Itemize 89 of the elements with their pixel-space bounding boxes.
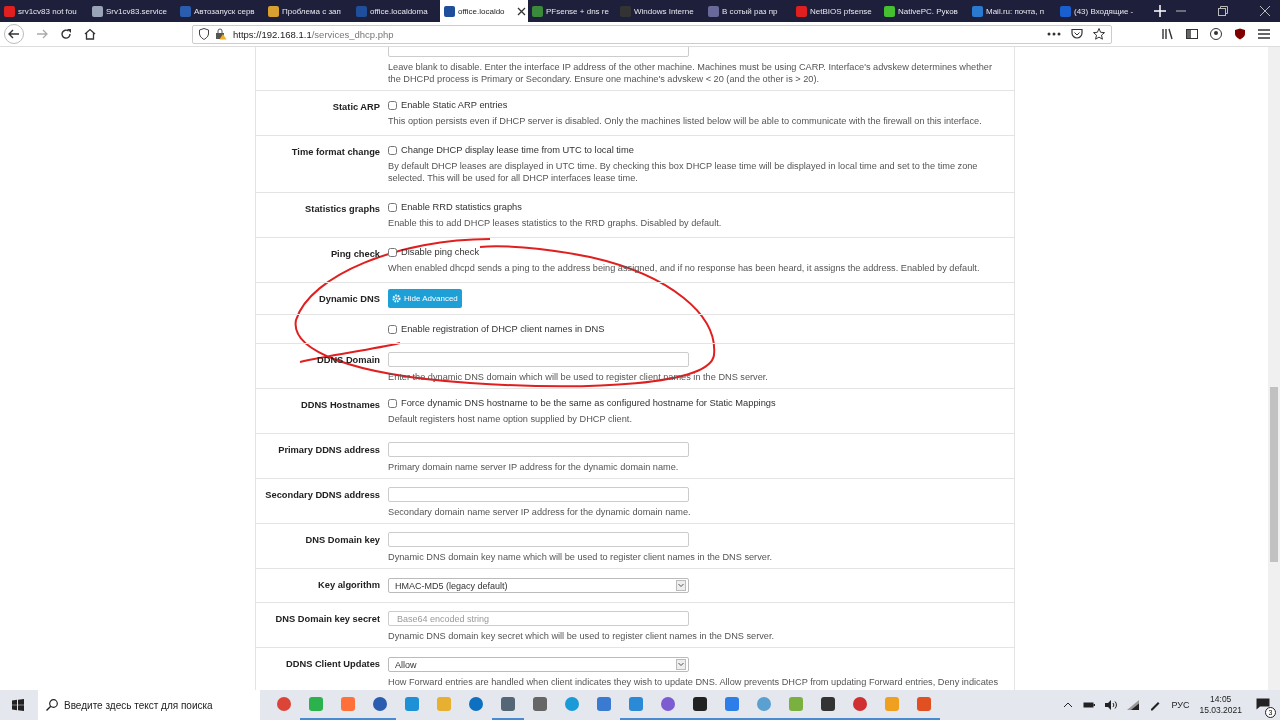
battery-icon[interactable]: [1083, 701, 1096, 709]
help-text: How Forward entries are handled when client indicates they wish to update DNS. Allow prevents DHCP from updating Forward entries, Deny indicates: [388, 676, 999, 688]
field-label: DDNS Hostnames: [300, 400, 380, 410]
checkbox[interactable]: [388, 202, 397, 212]
checkbox-label[interactable]: Force dynamic DNS hostname to be the same as configured hostname for Static Mappings: [401, 398, 776, 408]
caret-icon: [676, 659, 686, 670]
checkbox-label[interactable]: Enable Static ARP entries: [401, 100, 508, 110]
language-indicator[interactable]: РУС: [1171, 700, 1190, 710]
input-field[interactable]: [388, 487, 689, 502]
back-icon[interactable]: [4, 24, 24, 44]
clock-date: 15.03.2021: [1199, 705, 1242, 716]
menu-icon[interactable]: [1258, 29, 1270, 39]
checkbox[interactable]: [388, 324, 397, 334]
search-icon: [46, 699, 58, 711]
field-label: DDNS Client Updates: [286, 659, 380, 669]
star-icon[interactable]: [1093, 28, 1105, 40]
browser-tab[interactable]: office.localdoma: [352, 0, 440, 22]
browser-tab[interactable]: PFsense + dns re: [528, 0, 616, 22]
browser-tab[interactable]: NetBIOS pfsense: [792, 0, 880, 22]
checkbox-label[interactable]: Disable ping check: [401, 247, 480, 257]
clock-time: 14:05: [1210, 694, 1232, 705]
browser-tab[interactable]: (43) Входящие -: [1056, 0, 1144, 22]
browser-tab[interactable]: Srv1cv83.service: [88, 0, 176, 22]
browser-tab[interactable]: Windows Interne: [616, 0, 704, 22]
help-text: By default DHCP leases are displayed in UTC time. By checking this box DHCP lease time will be displayed in local time and set to the time zone selected. This will be used for all DHCP interfaces lease time.: [388, 160, 979, 184]
checkbox[interactable]: [388, 100, 397, 110]
help-text: Default registers host name option supplied by DHCP client.: [388, 413, 632, 425]
scrollbar[interactable]: [1268, 47, 1280, 690]
browser-tab[interactable]: В сотый раз пр: [704, 0, 792, 22]
speaker-icon[interactable]: [1105, 700, 1118, 710]
field-label: DNS Domain key: [305, 535, 380, 545]
help-text: This option persists even if DHCP server is disabled. Only the machines listed below will be able to communicate with the firewall on this interface.: [388, 115, 982, 127]
lock-icon: [215, 28, 227, 40]
field-label: DNS Domain key secret: [275, 614, 380, 624]
checkbox-label[interactable]: Enable RRD statistics graphs: [401, 202, 522, 212]
checkbox-label[interactable]: Enable registration of DHCP client names in DNS: [401, 324, 605, 334]
field-label: Statistics graphs: [305, 204, 380, 214]
close-icon[interactable]: [1260, 6, 1270, 16]
input-field[interactable]: Base64 encoded string: [388, 611, 689, 626]
address-bar[interactable]: https://192.168.1.1/services_dhcp.php: [192, 24, 1112, 44]
windows-icon[interactable]: [12, 699, 24, 711]
dropdown[interactable]: HMAC-MD5 (legacy default): [388, 578, 689, 593]
pen-icon[interactable]: [1149, 699, 1162, 711]
input-field[interactable]: [388, 352, 689, 367]
gear-icon: [392, 294, 401, 303]
more-icon[interactable]: [1047, 32, 1061, 36]
field-label: Primary DDNS address: [278, 445, 380, 455]
help-text: Dynamic DNS domain key secret which will be used to register client names in the DNS server.: [388, 630, 775, 642]
browser-tab[interactable]: srv1cv83 not fou: [0, 0, 88, 22]
pocket-icon[interactable]: [1071, 28, 1083, 40]
search-field[interactable]: Введите здесь текст для поиска: [38, 690, 260, 720]
browser-tab[interactable]: Автозапуск серв: [176, 0, 264, 22]
account-icon[interactable]: [1210, 28, 1222, 40]
help-text: Leave blank to disable. Enter the interface IP address of the other machine. Machines must be using CARP. Interface's advskew determines whether the DHCPd process is Primary or Secondary. Ensure one machine's advskew < 20 (and the other is > 20).: [388, 61, 994, 85]
field-label: Ping check: [330, 249, 380, 259]
field-label: Dynamic DNS: [319, 294, 380, 304]
input-field[interactable]: [388, 442, 689, 457]
shield-icon: [199, 28, 209, 40]
checkbox[interactable]: [388, 145, 397, 155]
restore-icon[interactable]: [1218, 6, 1228, 16]
input-field[interactable]: [388, 532, 689, 547]
field-label: Static ARP: [332, 102, 380, 112]
url-text: https://192.168.1.1/services_dhcp.php: [233, 28, 394, 40]
browser-tab[interactable]: Проблема с зап: [264, 0, 352, 22]
browser-tab[interactable]: Mail.ru: почта, п: [968, 0, 1056, 22]
browser-tab[interactable]: NativePC. Руков: [880, 0, 968, 22]
browser-tab[interactable]: office.localdo: [440, 0, 528, 22]
chevron-up-icon[interactable]: [1063, 702, 1074, 708]
shield-icon[interactable]: [1234, 28, 1246, 40]
checkbox[interactable]: [388, 247, 397, 257]
checkbox[interactable]: [388, 398, 397, 408]
sidebar-icon[interactable]: [1186, 28, 1198, 40]
field-label: Secondary DDNS address: [265, 490, 380, 500]
library-icon[interactable]: [1162, 28, 1174, 40]
help-text: Enable this to add DHCP leases statistics to the RRD graphs. Disabled by default.: [388, 217, 722, 229]
field-label: Time format change: [291, 147, 380, 157]
dropdown[interactable]: Allow: [388, 657, 689, 672]
close-icon[interactable]: [517, 6, 526, 16]
message-icon: [1256, 698, 1270, 710]
caret-icon: [676, 580, 686, 591]
help-text: Secondary domain name server IP address for the dynamic domain name.: [388, 506, 691, 518]
checkbox-label[interactable]: Change DHCP display lease time from UTC to local time: [401, 145, 634, 155]
new-tab-icon[interactable]: [1154, 5, 1166, 17]
home-icon[interactable]: [84, 28, 96, 40]
help-text: Dynamic DNS domain key name which will be used to register client names in the DNS server.: [388, 551, 772, 563]
field-label: Key algorithm: [318, 580, 380, 590]
help-text: Primary domain name server IP address for the dynamic domain name.: [388, 461, 679, 473]
reload-icon[interactable]: [60, 28, 72, 40]
forward-icon[interactable]: [36, 28, 48, 40]
